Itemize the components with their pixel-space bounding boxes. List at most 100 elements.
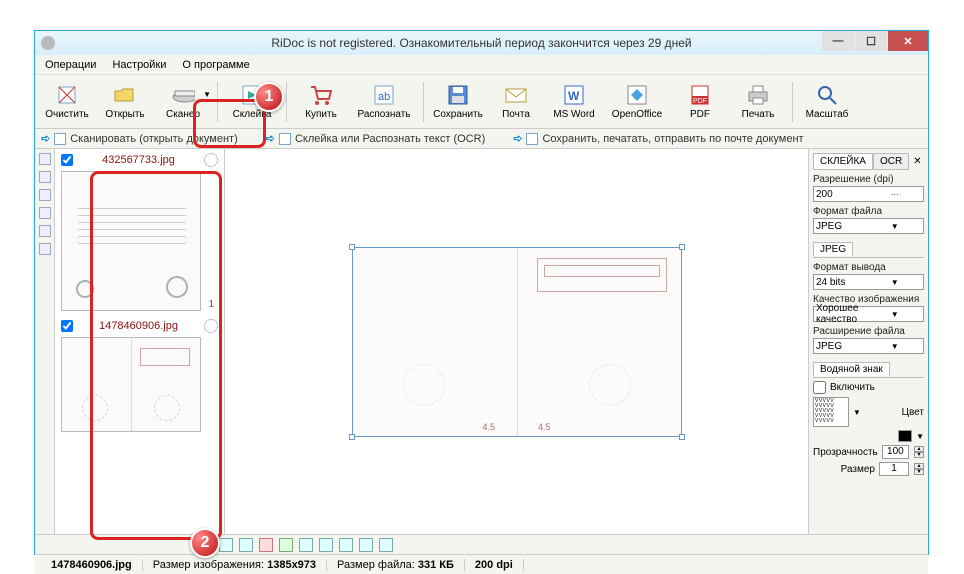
thumb-filename: 1478460906.jpg: [77, 320, 200, 332]
gear-icon[interactable]: [204, 319, 218, 333]
hint-bar: ➪ Сканировать (открыть документ) ➪ Склей…: [35, 129, 928, 149]
properties-panel: СКЛЕЙКА OCR ✕ Разрешение (dpi) 200··· Фо…: [808, 149, 928, 534]
opacity-input[interactable]: 100: [882, 445, 909, 459]
main-toolbar: Очистить Открыть Сканер ▼ Склейка Купить…: [35, 75, 928, 129]
window-title: RiDoc is not registered. Ознакомительный…: [271, 36, 691, 50]
output-select[interactable]: 24 bits▼: [813, 274, 924, 290]
zoom-icon: [815, 83, 839, 107]
quality-select[interactable]: Хорошее качество▼: [813, 306, 924, 322]
buy-button[interactable]: Купить: [293, 78, 349, 126]
status-filename: 1478460906.jpg: [51, 559, 132, 571]
ext-select[interactable]: JPEG▼: [813, 338, 924, 354]
format-label: Формат файла: [813, 206, 924, 217]
menu-about[interactable]: О программе: [176, 57, 255, 73]
scanner-button[interactable]: Сканер ▼: [155, 78, 211, 126]
thumbnail-item[interactable]: 432567733.jpg 1: [61, 153, 218, 311]
ext-label: Расширение файла: [813, 326, 924, 337]
tool-icon[interactable]: [259, 538, 273, 552]
ocr-icon: ab: [372, 83, 396, 107]
jpeg-tab[interactable]: JPEG: [813, 242, 853, 256]
tool-icon[interactable]: [379, 538, 393, 552]
save-icon: [446, 83, 470, 107]
clear-icon: [55, 83, 79, 107]
arrow-icon: ➪: [513, 132, 522, 145]
dpi-label: Разрешение (dpi): [813, 174, 924, 185]
cart-icon: [309, 83, 333, 107]
tool-icon[interactable]: [39, 189, 51, 201]
hint-ocrglue: Склейка или Распознать текст (OCR): [295, 133, 485, 145]
save-button[interactable]: Сохранить: [430, 78, 486, 126]
chevron-down-icon: ▼: [203, 90, 211, 99]
folder-open-icon: [113, 83, 137, 107]
recognize-button[interactable]: ab Распознать: [351, 78, 417, 126]
title-bar: RiDoc is not registered. Ознакомительный…: [35, 31, 928, 55]
thumbnail-panel: 432567733.jpg 1 1478460906.jpg: [55, 149, 225, 534]
app-icon: [41, 36, 55, 50]
bottom-toolstrip: [35, 534, 928, 554]
tool-icon[interactable]: [239, 538, 253, 552]
scanner-icon: [171, 83, 195, 107]
menu-bar: Операции Настройки О программе: [35, 55, 928, 75]
size-input[interactable]: 1: [879, 462, 909, 476]
clear-button[interactable]: Очистить: [39, 78, 95, 126]
color-swatch[interactable]: [898, 430, 912, 442]
tool-icon[interactable]: [39, 207, 51, 219]
thumb-checkbox[interactable]: [61, 320, 73, 332]
close-button[interactable]: ✕: [888, 31, 928, 51]
thumb-filename: 432567733.jpg: [77, 154, 200, 166]
vertical-toolstrip: [35, 149, 55, 534]
printer-icon: [746, 83, 770, 107]
tool-icon[interactable]: [39, 153, 51, 165]
minimize-button[interactable]: —: [822, 31, 854, 51]
doc-icon: [279, 133, 291, 145]
pdf-icon: PDF: [688, 83, 712, 107]
mail-button[interactable]: Почта: [488, 78, 544, 126]
arrow-icon: ➪: [41, 132, 50, 145]
svg-text:ab: ab: [378, 91, 390, 103]
dpi-field[interactable]: 200···: [813, 186, 924, 202]
tool-icon[interactable]: [39, 171, 51, 183]
thumb-checkbox[interactable]: [61, 154, 73, 166]
tool-icon[interactable]: [39, 243, 51, 255]
tool-icon[interactable]: [319, 538, 333, 552]
close-panel-icon[interactable]: ✕: [909, 156, 925, 167]
preview-area: 4.5 4.5: [225, 149, 808, 534]
menu-settings[interactable]: Настройки: [106, 57, 172, 73]
status-dpi: 200 dpi: [475, 559, 513, 571]
tool-icon[interactable]: [219, 538, 233, 552]
wm-enable-checkbox[interactable]: [813, 381, 826, 394]
callout-badge-2: 2: [190, 528, 220, 558]
thumbnail-item[interactable]: 1478460906.jpg: [61, 319, 218, 432]
thumb-image[interactable]: 1: [61, 171, 201, 311]
open-button[interactable]: Открыть: [97, 78, 153, 126]
tool-icon[interactable]: [39, 225, 51, 237]
openoffice-button[interactable]: OpenOffice: [604, 78, 670, 126]
tab-glue[interactable]: СКЛЕЙКА: [813, 153, 873, 170]
doc-icon: [526, 133, 538, 145]
openoffice-icon: [625, 83, 649, 107]
arrow-icon: ➪: [266, 132, 275, 145]
gear-icon[interactable]: [204, 153, 218, 167]
word-icon: W: [562, 83, 586, 107]
tool-icon[interactable]: [279, 538, 293, 552]
thumb-image[interactable]: [61, 337, 201, 432]
tool-icon[interactable]: [359, 538, 373, 552]
menu-operations[interactable]: Операции: [39, 57, 102, 73]
hint-scan: Сканировать (открыть документ): [70, 133, 238, 145]
hint-savesend: Сохранить, печатать, отправить по почте …: [542, 133, 803, 145]
format-select[interactable]: JPEG▼: [813, 218, 924, 234]
pdf-button[interactable]: PDF PDF: [672, 78, 728, 126]
tool-icon[interactable]: [339, 538, 353, 552]
tool-icon[interactable]: [299, 538, 313, 552]
output-label: Формат вывода: [813, 262, 924, 273]
watermark-tab[interactable]: Водяной знак: [813, 362, 890, 376]
word-button[interactable]: W MS Word: [546, 78, 602, 126]
zoom-button[interactable]: Масштаб: [799, 78, 855, 126]
maximize-button[interactable]: ☐: [855, 31, 887, 51]
preview-page[interactable]: 4.5 4.5: [352, 247, 682, 437]
wm-pattern[interactable]: VVVVV VVVVV VVVVV VVVVV VVVVV: [813, 397, 849, 427]
doc-icon: [54, 133, 66, 145]
status-bar: 1478460906.jpg Размер изображения: 1385x…: [35, 554, 928, 574]
print-button[interactable]: Печать: [730, 78, 786, 126]
tab-ocr[interactable]: OCR: [873, 153, 909, 170]
